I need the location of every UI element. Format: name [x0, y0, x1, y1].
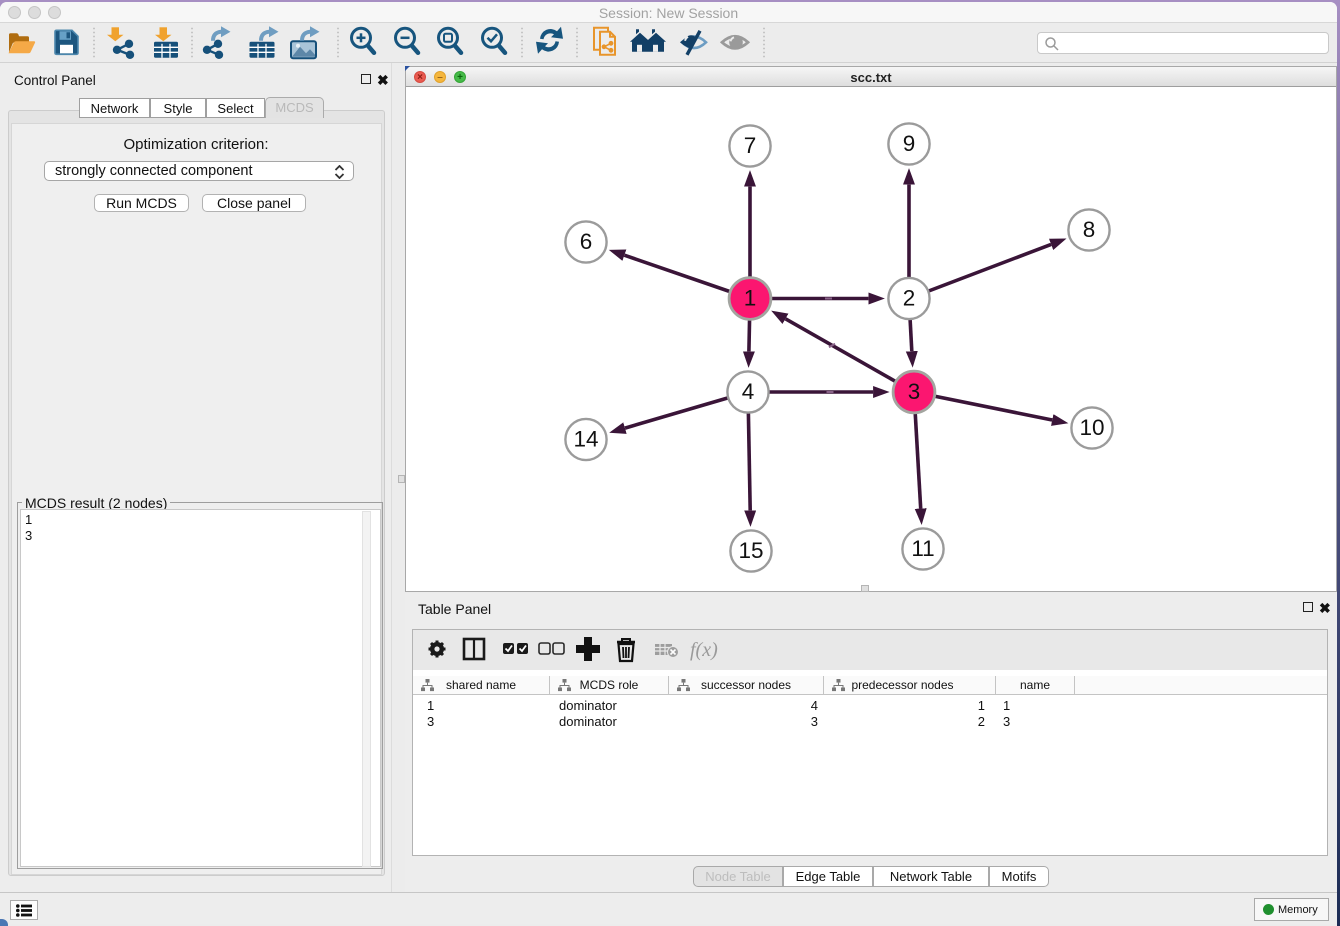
svg-text:14: 14 [573, 427, 598, 452]
svg-text:7: 7 [744, 133, 757, 158]
svg-text:15: 15 [738, 538, 763, 563]
svg-text:8: 8 [1083, 217, 1096, 242]
svg-text:2: 2 [903, 285, 916, 310]
svg-text:f(x): f(x) [690, 639, 718, 661]
svg-text:10: 10 [1079, 415, 1104, 440]
svg-text:11: 11 [911, 536, 934, 561]
svg-text:4: 4 [742, 379, 755, 404]
svg-text:6: 6 [580, 229, 593, 254]
svg-text:9: 9 [903, 131, 916, 156]
svg-text:1: 1 [744, 285, 757, 310]
svg-text:3: 3 [908, 379, 921, 404]
